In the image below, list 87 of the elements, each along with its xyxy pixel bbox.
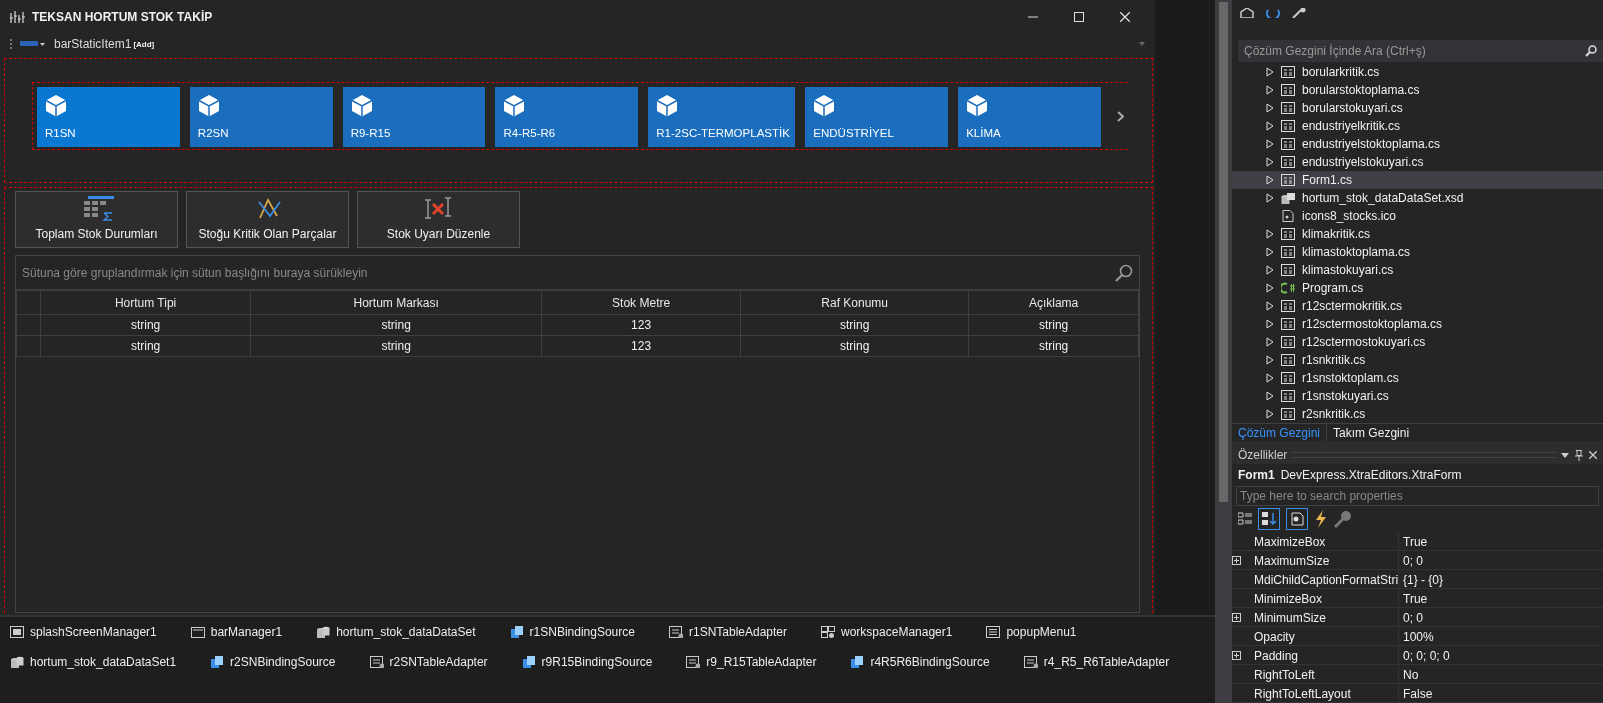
- component-label[interactable]: r9_R15TableAdapter: [706, 655, 817, 669]
- component-label[interactable]: popupMenu1: [1006, 625, 1077, 639]
- column-header[interactable]: Açıklama: [968, 290, 1139, 315]
- property-name[interactable]: MaximizeBox: [1250, 534, 1398, 549]
- tree-item[interactable]: Program.cs: [1232, 279, 1603, 297]
- component-label[interactable]: r9R15BindingSource: [541, 655, 653, 669]
- tree-item[interactable]: r12sctermostoktoplama.cs: [1232, 315, 1603, 333]
- property-name[interactable]: MaximumSize: [1250, 553, 1398, 568]
- property-value[interactable]: True: [1398, 532, 1603, 551]
- group-panel-hint: Sütuna göre gruplandırmak için sütun başlığını buraya sürükleyin: [22, 265, 369, 280]
- tile-button[interactable]: R1-2SC-TERMOPLASTİK: [648, 87, 796, 147]
- panel-title: Özellikler: [1238, 448, 1288, 462]
- property-name[interactable]: RightToLeftLayout: [1250, 686, 1398, 701]
- tile-button[interactable]: R1SN: [37, 87, 180, 147]
- tile-button[interactable]: KLİMA: [958, 87, 1101, 147]
- table-cell: 123: [541, 314, 741, 336]
- component-label[interactable]: r2SNTableAdapter: [389, 655, 488, 669]
- tile-button[interactable]: R9-R15: [342, 87, 486, 147]
- property-name[interactable]: Opacity: [1250, 629, 1398, 644]
- property-name[interactable]: Padding: [1250, 648, 1398, 663]
- tree-item[interactable]: r2snkritik.cs: [1232, 405, 1603, 423]
- tab[interactable]: Takım Gezgini: [1327, 424, 1416, 441]
- table-cell: string: [968, 335, 1139, 357]
- property-value[interactable]: {1} - {0}: [1398, 570, 1603, 589]
- tree-item[interactable]: klimastoktoplama.cs: [1232, 243, 1603, 261]
- tree-item[interactable]: r1snstoktoplam.cs: [1232, 369, 1603, 387]
- tree-item[interactable]: borularkritik.cs: [1232, 63, 1603, 81]
- property-name[interactable]: MdiChildCaptionFormatStri: [1250, 572, 1398, 587]
- tree-item[interactable]: r12sctermokritik.cs: [1232, 297, 1603, 315]
- component-label[interactable]: hortum_stok_dataDataSet: [336, 625, 476, 639]
- component-label[interactable]: r4_R5_R6TableAdapter: [1043, 655, 1170, 669]
- component-label[interactable]: splashScreenManager1: [30, 625, 157, 639]
- tree-item[interactable]: borularstokuyari.cs: [1232, 99, 1603, 117]
- property-value[interactable]: 0; 0; 0; 0: [1398, 646, 1603, 665]
- tree-item[interactable]: r1snkritik.cs: [1232, 351, 1603, 369]
- column-header[interactable]: Hortum Tipi: [40, 290, 251, 315]
- component-label[interactable]: r1SNTableAdapter: [688, 625, 788, 639]
- table-cell: string: [968, 314, 1139, 336]
- table-cell: string: [740, 335, 969, 357]
- tree-item[interactable]: endustriyelkritik.cs: [1232, 117, 1603, 135]
- component-label[interactable]: r2SNBindingSource: [230, 655, 336, 669]
- property-name[interactable]: MinimumSize: [1250, 610, 1398, 625]
- tree-item[interactable]: Form1.cs: [1232, 171, 1603, 189]
- tree-item[interactable]: endustriyelstokuyari.cs: [1232, 153, 1603, 171]
- tree-item[interactable]: klimakritik.cs: [1232, 225, 1603, 243]
- column-header[interactable]: Hortum Markası: [250, 290, 542, 315]
- table-cell: string: [250, 335, 542, 357]
- object-name: Form1: [1238, 468, 1275, 482]
- table-cell: 123: [541, 335, 741, 357]
- property-name[interactable]: RightToLeft: [1250, 667, 1398, 682]
- property-value[interactable]: False: [1398, 684, 1603, 703]
- tree-item[interactable]: hortum_stok_dataDataSet.xsd: [1232, 189, 1603, 207]
- search-field[interactable]: Type here to search properties: [1236, 486, 1599, 506]
- component-label[interactable]: workspaceManager1: [841, 625, 953, 639]
- tree-item[interactable]: icons8_stocks.ico: [1232, 207, 1603, 225]
- tree-item[interactable]: klimastokuyari.cs: [1232, 261, 1603, 279]
- table-cell: string: [740, 314, 969, 336]
- table-cell: string: [40, 335, 251, 357]
- add-badge[interactable]: [Add]: [133, 39, 155, 49]
- tile-button[interactable]: ENDÜSTRİYEL: [805, 87, 949, 147]
- component-label[interactable]: r1SNBindingSource: [529, 625, 635, 639]
- tree-item[interactable]: r1snstokuyari.cs: [1232, 387, 1603, 405]
- component-label[interactable]: r4R5R6BindingSource: [870, 655, 990, 669]
- component-label[interactable]: hortum_stok_dataDataSet1: [30, 655, 177, 669]
- tree-item[interactable]: borularstoktoplama.cs: [1232, 81, 1603, 99]
- property-value[interactable]: True: [1398, 589, 1603, 608]
- search-field[interactable]: Çözüm Gezgini İçinde Ara (Ctrl+ş): [1238, 40, 1603, 62]
- bar-item-label[interactable]: barStaticItem1: [54, 37, 132, 51]
- window-title: TEKSAN HORTUM STOK TAKİP: [32, 9, 214, 24]
- tile-button[interactable]: R4-R5-R6: [495, 87, 639, 147]
- column-header[interactable]: Stok Metre: [541, 290, 741, 315]
- table-cell: string: [40, 314, 251, 336]
- object-type: DevExpress.XtraEditors.XtraForm: [1280, 468, 1462, 482]
- action-button[interactable]: Toplam Stok Durumları: [15, 191, 178, 248]
- action-button[interactable]: Stok Uyarı Düzenle: [357, 191, 520, 248]
- tree-item[interactable]: endustriyelstoktoplama.cs: [1232, 135, 1603, 153]
- property-value[interactable]: 0; 0: [1398, 551, 1603, 570]
- property-value[interactable]: No: [1398, 665, 1603, 684]
- tile-button[interactable]: R2SN: [189, 87, 333, 147]
- component-label[interactable]: barManager1: [210, 625, 283, 639]
- property-value[interactable]: 100%: [1398, 627, 1603, 646]
- property-value[interactable]: 0; 0: [1398, 608, 1603, 627]
- property-name[interactable]: MinimizeBox: [1250, 591, 1398, 606]
- action-button[interactable]: Stoğu Kritik Olan Parçalar: [186, 191, 349, 248]
- column-header[interactable]: Raf Konumu: [740, 290, 969, 315]
- table-cell: string: [250, 314, 542, 336]
- tree-item[interactable]: r12sctermostokuyari.cs: [1232, 333, 1603, 351]
